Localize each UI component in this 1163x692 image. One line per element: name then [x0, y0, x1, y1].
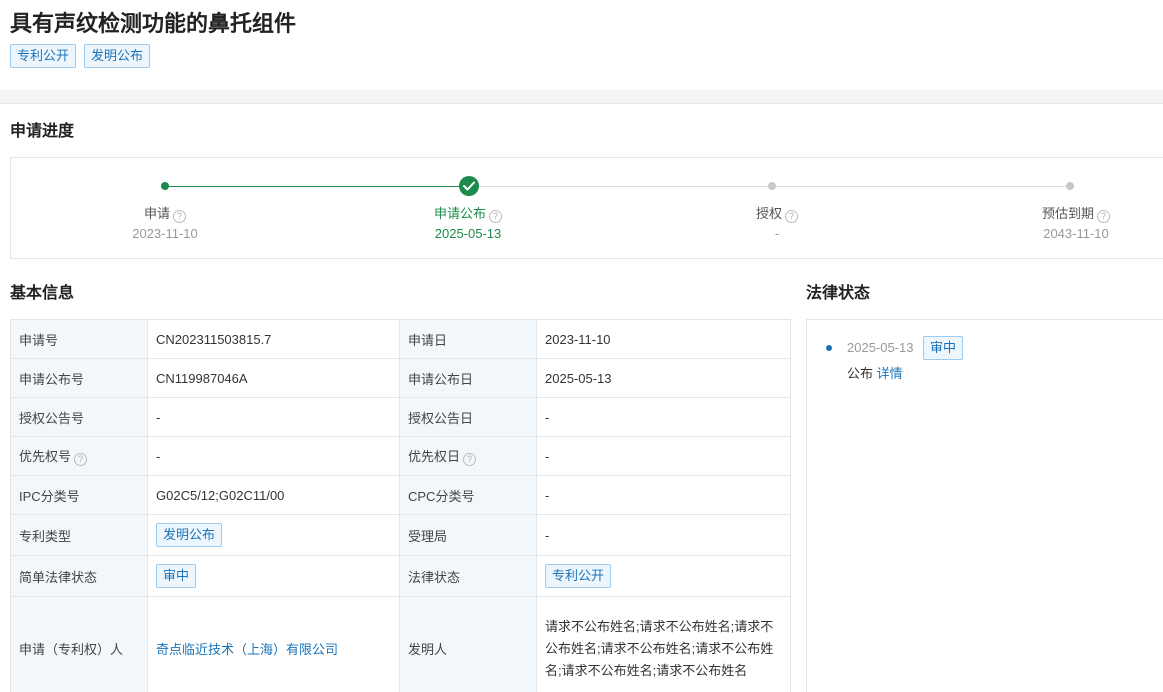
priority-number: -	[147, 436, 400, 476]
legal-status-badge: 专利公开	[545, 564, 612, 588]
step-dot-expiry	[1066, 182, 1074, 190]
table-row: IPC分类号 G02C5/12;G02C11/00 CPC分类号 -	[10, 475, 791, 515]
help-icon[interactable]: ?	[1097, 210, 1110, 223]
step-apply: 申请? 2023-11-10	[75, 204, 255, 244]
progress-section-title: 申请进度	[10, 123, 75, 140]
field-label: IPC分类号	[10, 475, 148, 515]
table-row: 申请公布号 CN119987046A 申请公布日 2025-05-13	[10, 358, 791, 398]
step-dot-apply	[161, 182, 169, 190]
grant-date: -	[536, 397, 791, 437]
header-tags: 专利公开 发明公布	[10, 44, 151, 68]
table-row: 申请号 CN202311503815.7 申请日 2023-11-10	[10, 319, 791, 359]
legal-event-badge: 审中	[923, 336, 964, 360]
grant-number: -	[147, 397, 400, 437]
step-dot-grant	[768, 182, 776, 190]
step-expiry: 预估到期? 2043-11-10	[986, 204, 1163, 244]
legal-event-text: 公布	[847, 366, 874, 381]
basic-info-section-title: 基本信息	[10, 285, 75, 302]
step-date: 2025-05-13	[434, 226, 502, 241]
patent-type-badge: 发明公布	[156, 523, 223, 547]
field-label: 简单法律状态	[10, 555, 148, 597]
table-row: 授权公告号 - 授权公告日 -	[10, 397, 791, 437]
field-label: 申请号	[10, 319, 148, 359]
table-row: 优先权号? - 优先权日? -	[10, 436, 791, 476]
step-date: 2023-11-10	[132, 226, 198, 241]
ipc-classification: G02C5/12;G02C11/00	[147, 475, 400, 515]
field-label: 优先权日	[408, 449, 461, 464]
progress-panel: 申请? 2023-11-10 申请公布? 2025-05-13 授权? - 预估…	[10, 157, 1163, 259]
step-label: 预估到期	[1041, 206, 1094, 221]
section-divider	[0, 90, 1163, 104]
field-label: 申请日	[399, 319, 537, 359]
application-date: 2023-11-10	[536, 319, 791, 359]
publication-number: CN119987046A	[147, 358, 400, 398]
timeline-dot	[826, 345, 832, 351]
tag-patent-public: 专利公开	[10, 44, 77, 68]
table-row: 申请（专利权）人 奇点临近技术（上海）有限公司 发明人 请求不公布姓名;请求不公…	[10, 596, 791, 692]
step-date: 2043-11-10	[1043, 226, 1109, 241]
details-link[interactable]: 详情	[877, 366, 903, 381]
page-title: 具有声纹检测功能的鼻托组件	[10, 11, 297, 36]
step-publication: 申请公布? 2025-05-13	[378, 204, 558, 244]
step-date: -	[774, 226, 780, 241]
field-label: 受理局	[399, 514, 537, 556]
help-icon[interactable]: ?	[463, 453, 477, 466]
step-label: 申请	[143, 206, 170, 221]
publication-date: 2025-05-13	[536, 358, 791, 398]
applicant-link[interactable]: 奇点临近技术（上海）有限公司	[156, 642, 338, 657]
field-label: 发明人	[399, 596, 537, 692]
page-header: 具有声纹检测功能的鼻托组件 专利公开 发明公布	[0, 0, 1163, 90]
legal-event: 公布 详情	[847, 364, 903, 384]
inventors: 请求不公布姓名;请求不公布姓名;请求不公布姓名;请求不公布姓名;请求不公布姓名;…	[536, 596, 791, 692]
step-grant: 授权? -	[687, 204, 867, 244]
tag-invention-publication: 发明公布	[84, 44, 151, 68]
simple-legal-status-badge: 审中	[156, 564, 197, 588]
field-label: 授权公告日	[399, 397, 537, 437]
help-icon[interactable]: ?	[173, 210, 186, 223]
field-label: 专利类型	[10, 514, 148, 556]
receiving-office: -	[536, 514, 791, 556]
field-label: 优先权号	[19, 449, 72, 464]
legal-status-section-title: 法律状态	[806, 285, 871, 302]
help-icon[interactable]: ?	[489, 210, 502, 223]
legal-event-date: 2025-05-13	[847, 340, 914, 355]
step-label: 申请公布	[433, 206, 486, 221]
field-label: 授权公告号	[10, 397, 148, 437]
check-icon	[459, 176, 479, 196]
step-label: 授权	[755, 206, 782, 221]
field-label: 法律状态	[399, 555, 537, 597]
priority-date: -	[536, 436, 791, 476]
field-label: 申请公布日	[399, 358, 537, 398]
field-label: CPC分类号	[399, 475, 537, 515]
legal-status-panel: 2025-05-13 审中 公布 详情	[806, 319, 1163, 692]
cpc-classification: -	[536, 475, 791, 515]
basic-info-table: 申请号 CN202311503815.7 申请日 2023-11-10 申请公布…	[10, 319, 791, 692]
field-label: 申请公布号	[10, 358, 148, 398]
help-icon[interactable]: ?	[785, 210, 798, 223]
table-row: 专利类型 发明公布 受理局 -	[10, 514, 791, 556]
application-number: CN202311503815.7	[147, 319, 400, 359]
progress-track-done	[165, 186, 469, 187]
help-icon[interactable]: ?	[74, 453, 88, 466]
table-row: 简单法律状态 审中 法律状态 专利公开	[10, 555, 791, 597]
field-label: 申请（专利权）人	[10, 596, 148, 692]
